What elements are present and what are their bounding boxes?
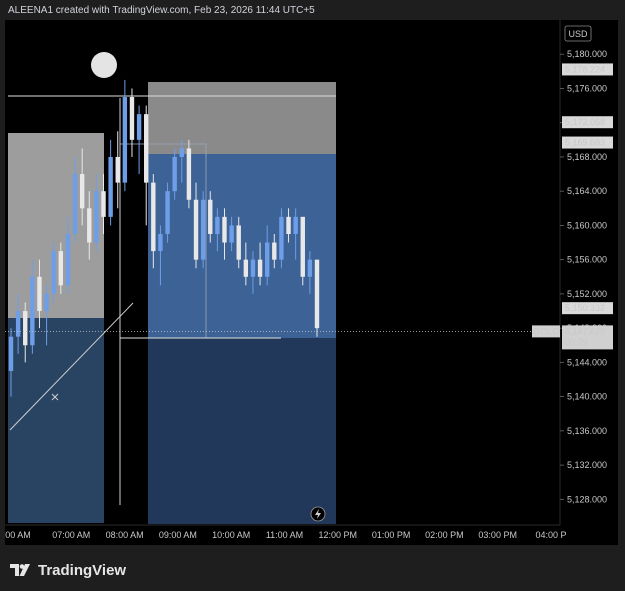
x-tick-label: 11:00 AM: [266, 530, 303, 540]
x-tick-label: 09:00 AM: [159, 530, 197, 540]
x-tick-label: 08:00 AM: [106, 530, 144, 540]
candle-body: [179, 148, 184, 157]
candle-body: [144, 114, 149, 183]
candle-body: [101, 191, 106, 217]
candle-body: [87, 208, 92, 243]
blue-zone-right-lower[interactable]: [148, 338, 336, 524]
candle-body: [58, 251, 64, 286]
candle-body: [151, 182, 156, 252]
candle-body: [314, 259, 320, 329]
candle-body: [172, 156, 177, 192]
moon-marker-icon: [91, 52, 117, 78]
price-chart[interactable]: USD 5,180.0005,176.0005,172.0005,168.000…: [5, 20, 618, 545]
y-tick-label: 5,128.000: [567, 494, 607, 504]
y-tick-label: 5,164.000: [567, 186, 607, 196]
candle-body: [37, 276, 42, 312]
candle-body: [300, 216, 305, 277]
candle-body: [250, 259, 256, 277]
x-tick-label: 07:00 AM: [52, 530, 90, 540]
candle-body: [279, 216, 284, 260]
x-tick-label: 02:00 PM: [425, 530, 464, 540]
x-tick-label: 00 AM: [5, 530, 31, 540]
lightning-button[interactable]: [310, 506, 326, 522]
symbol-label: GOLD: [533, 326, 559, 336]
candle-body: [30, 276, 35, 346]
candle-body: [236, 225, 241, 260]
candle-body: [193, 199, 199, 260]
countdown-value: 00:29: [565, 337, 588, 347]
y-tick-label: 5,144.000: [567, 357, 607, 367]
price-label: 5,172.058: [565, 117, 605, 127]
candle-body: [257, 259, 263, 277]
price-axis[interactable]: [560, 20, 618, 525]
candle-body: [264, 242, 270, 277]
candle-body: [79, 174, 85, 209]
candle-body: [129, 97, 135, 140]
currency-box[interactable]: USD: [564, 25, 592, 42]
chart-area[interactable]: USD 5,180.0005,176.0005,172.0005,168.000…: [5, 20, 618, 545]
candle-body: [215, 216, 220, 234]
candle-body: [158, 233, 163, 252]
candle-body: [165, 191, 170, 234]
y-tick-label: 5,132.000: [567, 460, 607, 470]
y-tick-label: 5,180.000: [567, 49, 607, 59]
candle-body: [122, 97, 128, 183]
y-tick-label: 5,140.000: [567, 392, 607, 402]
candle-body: [293, 216, 298, 234]
tradingview-logo-icon: [10, 564, 30, 576]
price-label: 5,150.332: [565, 303, 605, 313]
candle-body: [51, 251, 56, 294]
last-price-value: 5,147.620: [565, 326, 605, 336]
candle-body: [208, 199, 213, 234]
candle-body: [23, 311, 28, 346]
candle-body: [94, 191, 99, 243]
y-tick-label: 5,176.000: [567, 83, 607, 93]
candle-body: [222, 216, 227, 243]
y-tick-label: 5,168.000: [567, 152, 607, 162]
candle-body: [229, 225, 234, 243]
candle-body: [272, 242, 277, 260]
candle-body: [108, 156, 113, 217]
price-label: 5,169.683: [565, 138, 605, 148]
x-tick-label: 04:00 P: [535, 530, 566, 540]
x-tick-label: 10:00 AM: [212, 530, 250, 540]
x-tick-label: 01:00 PM: [372, 530, 411, 540]
candle-body: [136, 114, 142, 140]
chart-attribution: ALEENA1 created with TradingView.com, Fe…: [8, 5, 315, 16]
y-tick-label: 5,152.000: [567, 289, 607, 299]
candle-body: [8, 336, 14, 371]
y-tick-label: 5,156.000: [567, 255, 607, 265]
x-axis-ticks: 00 AM 07:00 AM 08:00 AM 09:00 AM 10:00 AM 11:…: [5, 530, 566, 540]
candle-body: [307, 259, 313, 277]
candle-body: [243, 259, 249, 277]
candle-body: [115, 156, 120, 183]
candle-body: [44, 293, 49, 312]
last-price-tag: GOLD 5,147.620 00:29: [532, 325, 613, 350]
brand-name: TradingView: [38, 561, 127, 579]
candle-body: [15, 311, 21, 337]
gray-zone-right[interactable]: [148, 82, 336, 154]
price-label: 5,178.224: [565, 64, 605, 74]
time-axis[interactable]: [5, 525, 618, 545]
x-tick-label: 12:00 PM: [319, 530, 358, 540]
candle-body: [186, 148, 192, 200]
candle-body: [286, 216, 291, 234]
candle-body: [200, 199, 206, 260]
x-tick-label: 03:00 PM: [478, 530, 517, 540]
candle-body: [65, 233, 71, 286]
candle-body: [72, 174, 78, 234]
y-tick-label: 5,136.000: [567, 426, 607, 436]
blue-zone-left[interactable]: [8, 318, 104, 523]
y-tick-label: 5,160.000: [567, 220, 607, 230]
footer-branding: TradingView: [10, 559, 126, 581]
currency-label: USD: [568, 29, 588, 39]
